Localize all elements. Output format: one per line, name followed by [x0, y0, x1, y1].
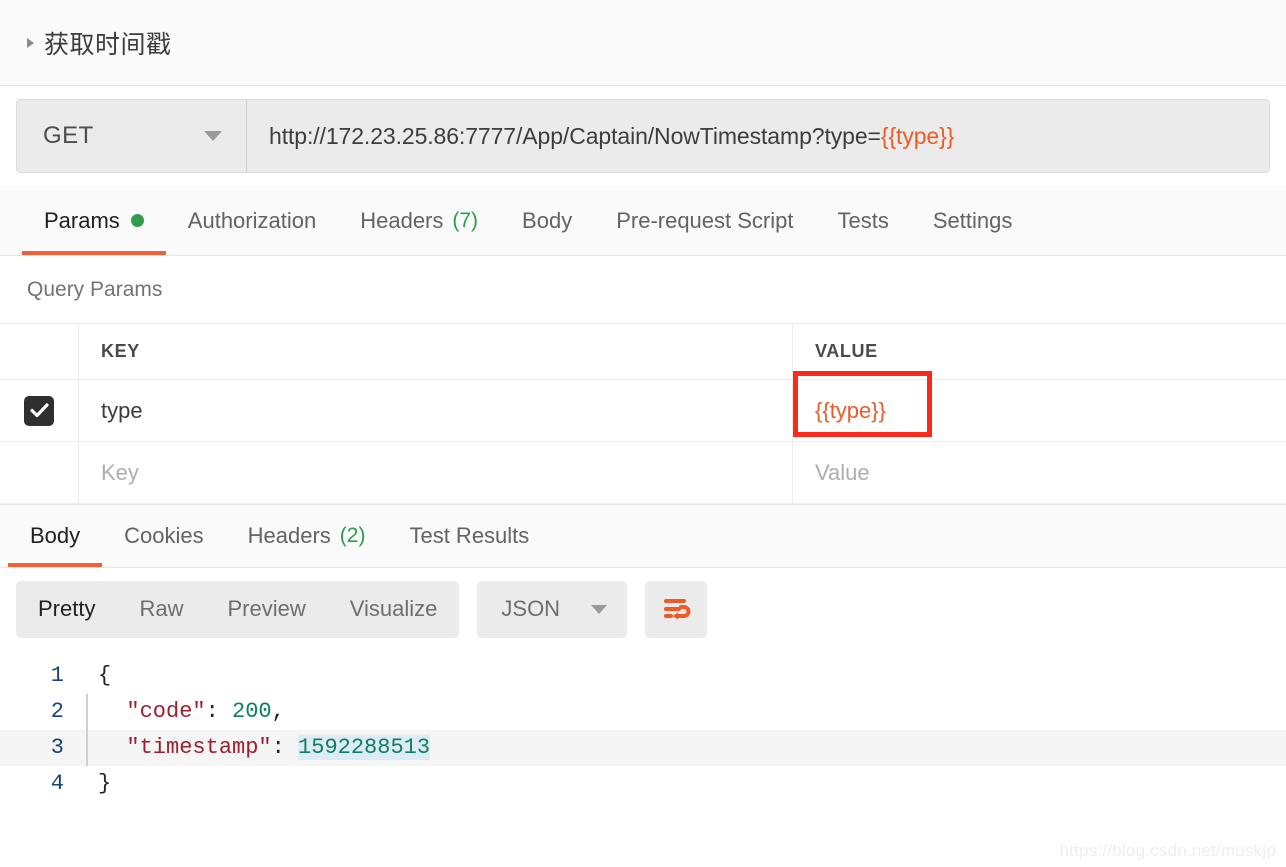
postman-request-response-pane: 获取时间戳 GET http://172.23.25.86:7777/App/C… — [0, 0, 1286, 867]
line-number: 2 — [50, 699, 64, 724]
query-params-title: Query Params — [27, 277, 163, 301]
row-key-text: type — [101, 397, 143, 423]
view-mode-visualize[interactable]: Visualize — [328, 581, 460, 638]
code-line-content: } — [86, 766, 1286, 802]
word-wrap-button[interactable] — [645, 580, 708, 638]
row-value-text: {{type}} — [815, 397, 886, 423]
code-line: 4} — [0, 766, 1286, 802]
request-tabs: Params Authorization Headers (7) Body Pre-req… — [0, 186, 1286, 256]
table-row: type {{type}} — [0, 371, 1286, 442]
response-tab-label: Cookies — [124, 523, 204, 548]
code-token: } — [98, 771, 112, 796]
tab-count-badge: (7) — [452, 208, 479, 232]
response-view-mode-group: Pretty Raw Preview Visualize — [16, 580, 460, 638]
response-tab-cookies[interactable]: Cookies — [102, 505, 225, 567]
column-header-key: KEY — [101, 341, 140, 361]
http-method-dropdown[interactable]: GET — [16, 99, 246, 173]
line-number: 3 — [50, 735, 64, 760]
row-key-cell[interactable]: type — [78, 380, 793, 441]
checkbox-checked-icon[interactable] — [24, 395, 54, 426]
triangle-right-icon[interactable] — [27, 37, 34, 48]
response-tab-label: Headers — [247, 523, 331, 548]
code-token: "code" — [100, 699, 206, 724]
tab-label: Headers — [360, 207, 444, 233]
code-line: 2 "code": 200, — [0, 694, 1286, 730]
view-mode-raw[interactable]: Raw — [117, 581, 205, 638]
page-title: 获取时间戳 — [44, 30, 172, 59]
row-value-text: Value — [815, 459, 870, 485]
view-mode-pretty[interactable]: Pretty — [16, 581, 117, 638]
response-body-code[interactable]: 1{2 "code": 200, 3 "timestamp": 159228851… — [0, 650, 1286, 802]
http-method-label: GET — [43, 122, 94, 149]
tab-body[interactable]: Body — [500, 186, 594, 255]
response-toolbar: Pretty Raw Preview Visualize JSON — [0, 568, 1286, 650]
code-line-content: { — [86, 658, 1286, 694]
table-row: Key Value — [0, 442, 1286, 504]
header-key-cell: KEY — [78, 324, 793, 379]
response-tab-headers[interactable]: Headers (2) — [226, 505, 388, 567]
row-checkbox-cell[interactable] — [0, 442, 78, 503]
tab-label: Pre-request Script — [616, 207, 794, 233]
code-token: { — [98, 663, 112, 688]
code-token: 200 — [232, 699, 272, 724]
tab-authorization[interactable]: Authorization — [166, 186, 338, 255]
response-tabs: Body Cookies Headers (2) Test Results — [0, 504, 1286, 568]
url-row: GET http://172.23.25.86:7777/App/Captain… — [0, 86, 1286, 186]
word-wrap-icon — [664, 599, 691, 620]
row-checkbox-cell[interactable] — [0, 380, 78, 441]
query-params-header: Query Params — [0, 256, 1286, 324]
code-token: : — [271, 735, 299, 760]
modified-dot-icon — [130, 214, 144, 227]
tab-label: Body — [522, 207, 573, 233]
code-token: 1592288513 — [298, 735, 431, 760]
watermark: https://blog.csdn.net/muskjp — [1059, 841, 1276, 860]
header-value-cell: VALUE — [793, 324, 1286, 379]
request-title-bar: 获取时间戳 — [0, 0, 1286, 86]
chevron-down-icon — [204, 131, 222, 141]
column-header-value: VALUE — [815, 341, 878, 361]
chevron-down-icon — [591, 604, 608, 614]
line-number: 1 — [50, 663, 64, 688]
response-format-label: JSON — [501, 596, 561, 621]
url-input[interactable]: http://172.23.25.86:7777/App/Captain/Now… — [246, 99, 1270, 173]
response-format-dropdown[interactable]: JSON — [477, 580, 628, 638]
tab-settings[interactable]: Settings — [911, 186, 1035, 255]
code-line-content: "code": 200, — [86, 694, 1286, 730]
row-value-cell[interactable]: Value — [793, 442, 1286, 503]
code-token: , — [271, 699, 285, 724]
code-line: 1{ — [0, 658, 1286, 694]
response-tab-label: Body — [30, 523, 81, 548]
table-header-row: KEY VALUE — [0, 324, 1286, 380]
url-base-text: http://172.23.25.86:7777/App/Captain/Now… — [269, 122, 881, 149]
response-tab-test-results[interactable]: Test Results — [387, 505, 551, 567]
row-key-text: Key — [101, 459, 139, 485]
tab-label: Authorization — [187, 207, 317, 233]
row-key-cell[interactable]: Key — [78, 442, 793, 503]
view-mode-preview[interactable]: Preview — [205, 581, 327, 638]
tab-label: Params — [44, 207, 120, 233]
tab-pre-request-script[interactable]: Pre-request Script — [594, 186, 815, 255]
code-token: : — [205, 699, 233, 724]
code-line-content: "timestamp": 1592288513 — [86, 730, 1286, 766]
query-params-table: KEY VALUE type {{type}} Key Value — [0, 324, 1286, 504]
response-tab-label: Test Results — [409, 523, 530, 548]
tab-params[interactable]: Params — [22, 186, 166, 255]
url-text: http://172.23.25.86:7777/App/Captain/Now… — [269, 123, 954, 150]
response-tab-body[interactable]: Body — [8, 505, 103, 567]
header-checkbox-cell — [0, 324, 78, 379]
line-number: 4 — [50, 771, 64, 796]
tab-tests[interactable]: Tests — [816, 186, 911, 255]
response-tab-count-badge: (2) — [339, 524, 366, 547]
tab-label: Tests — [837, 207, 889, 233]
code-line: 3 "timestamp": 1592288513 — [0, 730, 1286, 766]
url-variable-token: {{type}} — [880, 122, 955, 149]
tab-headers[interactable]: Headers (7) — [338, 186, 500, 255]
row-value-cell[interactable]: {{type}} — [793, 371, 1286, 441]
tab-label: Settings — [932, 207, 1013, 233]
code-token: "timestamp" — [100, 735, 272, 760]
